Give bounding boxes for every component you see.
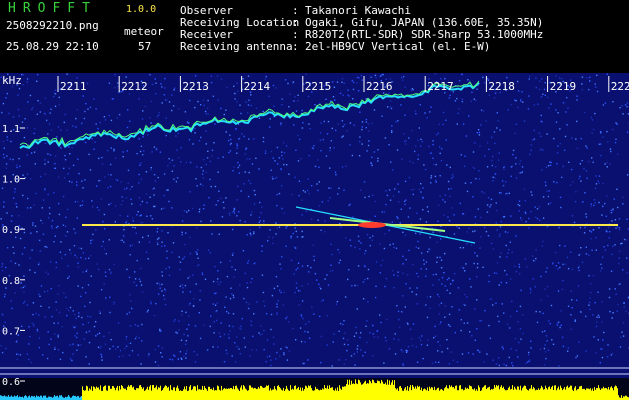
spectrogram: 2211 2212 2213 2214 2215 2216 2217 2218 2219 2220… (0, 73, 629, 400)
frequency-tick-label: 0.6 (2, 377, 20, 388)
time-tick-label: 2214 (244, 80, 271, 93)
app-name: HROFFT (8, 1, 97, 16)
info-label-antenna: Receiving antenna (180, 40, 293, 53)
info-colon: : (292, 40, 299, 53)
time-tick-label: 2219 (550, 80, 577, 93)
frequency-tick-label: 0.7 (2, 326, 20, 337)
hrofft-window: HROFFT 1.0.0 2508292210.png meteor 25.08… (0, 0, 629, 400)
app-version: 1.0.0 (126, 4, 157, 15)
timestamp: 25.08.29 22:10 (6, 40, 99, 53)
noise-background (0, 73, 629, 400)
meteor-head (358, 222, 386, 228)
frequency-tick-label: 0.8 (2, 276, 20, 287)
time-tick-label: 2218 (488, 80, 515, 93)
spectrogram-plot: 2211 2212 2213 2214 2215 2216 2217 2218 2219 2220… (0, 73, 629, 400)
unit-label: kHz (2, 74, 22, 87)
frequency-tick-label: 1.1 (2, 124, 20, 135)
info-value-antenna: 2el-HB9CV Vertical (el. E-W) (305, 40, 491, 53)
time-tick-label: 2215 (305, 80, 332, 93)
time-tick-label: 2217 (427, 80, 454, 93)
meteor-label: meteor (124, 25, 164, 38)
time-tick-label: 2216 (366, 80, 393, 93)
time-tick-label: 2212 (121, 80, 148, 93)
time-tick-label: 2220 (611, 80, 629, 93)
file-name: 2508292210.png (6, 19, 99, 32)
frequency-tick-label: 0.9 (2, 225, 20, 236)
meteor-count: 57 (138, 40, 152, 53)
time-tick-label: 2211 (60, 80, 87, 93)
frequency-tick-label: 1.0 (2, 175, 20, 186)
time-tick-label: 2213 (182, 80, 209, 93)
